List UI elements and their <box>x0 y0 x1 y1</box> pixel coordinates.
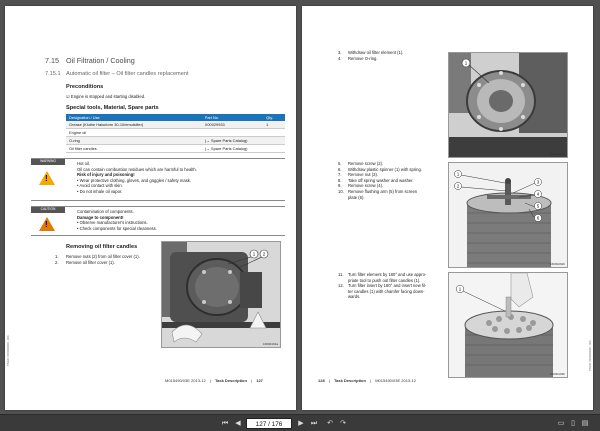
pdf-viewer-toolbar: ⏮ ◀ 127 / 176 ▶ ⏭ ↶ ↷ ▭ ▯ ▤ <box>0 414 600 431</box>
step-list: 5. Remove screw (2). 6. Withdraw plastic s… <box>338 161 422 200</box>
table-cell <box>201 128 264 137</box>
forward-icon[interactable]: ↷ <box>338 418 348 429</box>
warning-text: Hot oil. Oil can contain combustion resi… <box>77 161 197 195</box>
removing-heading: Removing oil filter candles <box>66 244 138 250</box>
right-page: 3. Withdraw oil filter element (1). 4. Rem… <box>302 6 593 410</box>
table-cell: Engine oil <box>66 128 202 137</box>
table-cell: X00029933 <box>201 121 264 129</box>
list-item: wards. <box>348 294 361 300</box>
table-header-row: Designation / Use Part No. Qty. <box>66 114 285 121</box>
previous-page-icon[interactable]: ◀ <box>233 418 243 429</box>
table-cell <box>263 128 285 137</box>
figure-id: 16000193b <box>549 372 565 376</box>
table-row: Grease (Kluthe Hakuform 30-10/emulsifier… <box>66 121 285 129</box>
page-footer: M015490/03E 2013-12 | Task Description |… <box>165 378 263 383</box>
table-cell: 1 <box>263 121 285 129</box>
step-list: 11. Turn filter element by 180° and use a… <box>338 272 426 300</box>
first-page-icon[interactable]: ⏮ <box>220 418 230 429</box>
tools-heading: Special tools, Material, Spare parts <box>66 105 159 111</box>
preconditions-heading: Preconditions <box>66 84 104 90</box>
table-cell <box>263 136 285 145</box>
table-cell: Grease (Kluthe Hakuform 30-10/emulsifier… <box>66 121 202 129</box>
step-list: 1. Remove nuts (2) from oil filter cover … <box>55 254 140 265</box>
table-header: Qty. <box>263 114 285 121</box>
caution-notice: CAUTION ! Contamination of components. D… <box>31 206 285 236</box>
warning-notice: WARNING ! Hot oil. Oil can contain combu… <box>31 158 285 201</box>
page-footer: 128 | Task Description | M015490/03E 201… <box>318 378 416 383</box>
back-icon[interactable]: ↶ <box>325 418 335 429</box>
oil-filter-element-photo: 1 16000192b <box>448 52 568 158</box>
table-row: Engine oil <box>66 128 285 137</box>
footer-section: Task Description <box>333 378 366 383</box>
precondition-item: ☑ Engine is stopped and starting disable… <box>66 94 146 99</box>
table-cell: (→ Spare Parts Catalog) <box>201 136 264 145</box>
caution-text: Contamination of components. Damage to c… <box>77 209 157 231</box>
table-row: Oil filter candles (→ Spare Parts Catalo… <box>66 144 285 153</box>
filter-candles-photo: 1 16000193b <box>448 272 568 378</box>
two-page-view-icon[interactable]: ▯ <box>568 418 578 429</box>
subsection-number: 7.15.1 <box>45 71 61 77</box>
list-item: plate (6). <box>348 194 365 200</box>
table-header: Designation / Use <box>66 114 202 121</box>
figure-id: 16000262b <box>549 262 565 266</box>
footer-page-number: 127 <box>256 378 263 383</box>
fit-page-icon[interactable]: ▭ <box>556 418 566 429</box>
table-cell: Oil filter candles <box>66 144 202 153</box>
next-page-icon[interactable]: ▶ <box>296 418 306 429</box>
caution-tag: CAUTION <box>31 207 65 213</box>
oil-filter-cover-photo: 1 2 16000191a <box>161 241 281 348</box>
table-header: Part No. <box>201 114 264 121</box>
section-number: 7.15 <box>45 56 59 65</box>
caution-line: • Check components for special cleanness… <box>77 225 157 231</box>
warning-triangle-icon: ! <box>39 171 55 185</box>
list-item: 2. Remove oil filter cover (1). <box>55 259 115 265</box>
step-list: 3. Withdraw oil filter element (1). 4. Rem… <box>338 50 403 61</box>
side-margin-text: TIM-ID: 0000000000 - 004 <box>589 340 592 371</box>
subsection-title: Automatic oil filter – Oil filter candle… <box>66 71 189 77</box>
table-cell: (→ Spare Parts Catalog) <box>201 144 264 153</box>
side-margin-text: TIM-ID: 0000000000 - 004 <box>7 335 10 366</box>
figure-id: 16000191a <box>262 342 278 346</box>
warning-tag: WARNING <box>31 159 65 165</box>
table-cell <box>263 144 285 153</box>
left-page: 7.15 Oil Filtration / Cooling 7.15.1 Aut… <box>5 6 296 410</box>
footer-section: Task Description <box>215 378 247 383</box>
footer-doc-id: M015490/03E 2013-12 <box>375 378 416 383</box>
section-title: Oil Filtration / Cooling <box>66 56 135 65</box>
last-page-icon[interactable]: ⏭ <box>309 418 319 429</box>
figure-id: 16000192b <box>549 152 565 156</box>
page-number-field[interactable]: 127 / 176 <box>246 418 292 429</box>
warning-line: • Do not inhale oil vapor. <box>77 188 123 194</box>
scroll-view-icon[interactable]: ▤ <box>580 418 590 429</box>
caution-line: • Observe manufacturer's instructions. <box>77 220 148 226</box>
table-cell: O-ring <box>66 136 202 145</box>
table-row: O-ring (→ Spare Parts Catalog) <box>66 136 285 145</box>
list-item: 4. Remove O-ring. <box>338 55 378 61</box>
caution-triangle-icon: ! <box>39 217 55 231</box>
tools-table: Designation / Use Part No. Qty. Grease (… <box>66 114 285 153</box>
footer-doc-id: M015490/03E 2013-12 <box>165 378 206 383</box>
footer-page-number: 128 <box>318 378 325 383</box>
flushing-arm-photo: 1 2 3 4 5 6 16000262b <box>448 162 568 268</box>
